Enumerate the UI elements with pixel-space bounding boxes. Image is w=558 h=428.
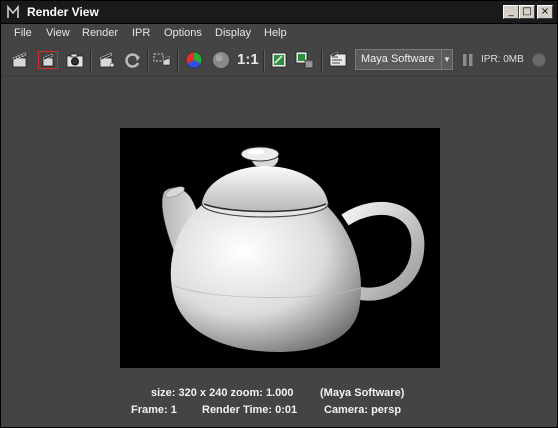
minimize-button[interactable]: _ xyxy=(503,5,519,19)
rendered-image xyxy=(120,128,440,368)
toolbar-separator xyxy=(321,50,323,72)
close-button[interactable]: × xyxy=(537,5,553,19)
redo-render-icon[interactable] xyxy=(38,51,58,69)
alpha-channel-icon[interactable] xyxy=(211,51,231,69)
maximize-button[interactable]: □ xyxy=(519,5,535,19)
snapshot-camera-icon[interactable] xyxy=(65,51,85,69)
render-time-label: Render Time: 0:01 xyxy=(202,404,298,416)
clapper-icon[interactable] xyxy=(10,51,30,69)
menu-bar: File View Render IPR Options Display Hel… xyxy=(1,24,557,44)
real-size-button[interactable]: 1:1 xyxy=(237,51,259,68)
toolbar: 1:1 Maya Software ▼ IPR: 0MB xyxy=(1,44,557,77)
menu-options[interactable]: Options xyxy=(164,27,202,39)
ipr-status-indicator xyxy=(532,53,546,67)
renderer-select-value: Maya Software xyxy=(361,53,435,65)
render-settings-icon[interactable] xyxy=(328,51,348,69)
keep-image-icon[interactable] xyxy=(270,51,290,69)
menu-view[interactable]: View xyxy=(46,27,70,39)
menu-file[interactable]: File xyxy=(14,27,32,39)
render-size-zoom-label: size: 320 x 240 zoom: 1.000 xyxy=(151,387,294,399)
frame-label: Frame: 1 xyxy=(131,404,177,416)
remove-image-icon[interactable] xyxy=(295,51,315,69)
menu-ipr[interactable]: IPR xyxy=(132,27,150,39)
render-viewport[interactable]: size: 320 x 240 zoom: 1.000 (Maya Softwa… xyxy=(1,77,557,427)
menu-help[interactable]: Help xyxy=(264,27,287,39)
render-region-icon[interactable] xyxy=(153,51,173,69)
toolbar-separator xyxy=(147,50,149,72)
pause-icon[interactable] xyxy=(462,54,474,66)
render-view-window: Render View _ □ × File View Render IPR O… xyxy=(0,0,558,428)
ipr-clapper-icon[interactable] xyxy=(97,51,117,69)
refresh-icon[interactable] xyxy=(123,51,143,69)
chevron-down-icon: ▼ xyxy=(441,50,452,69)
renderer-name-label: (Maya Software) xyxy=(320,387,405,399)
camera-label: Camera: persp xyxy=(324,404,402,416)
toolbar-separator xyxy=(263,50,265,72)
rgb-channels-icon[interactable] xyxy=(184,51,204,69)
toolbar-separator xyxy=(177,50,179,72)
maya-logo-icon xyxy=(7,5,19,18)
renderer-select[interactable]: Maya Software ▼ xyxy=(355,49,453,70)
title-bar[interactable]: Render View _ □ × xyxy=(1,1,557,24)
toolbar-separator xyxy=(90,50,92,72)
menu-display[interactable]: Display xyxy=(215,27,251,39)
window-title: Render View xyxy=(27,5,99,19)
ipr-memory-label: IPR: 0MB xyxy=(481,54,524,65)
menu-render[interactable]: Render xyxy=(82,27,118,39)
